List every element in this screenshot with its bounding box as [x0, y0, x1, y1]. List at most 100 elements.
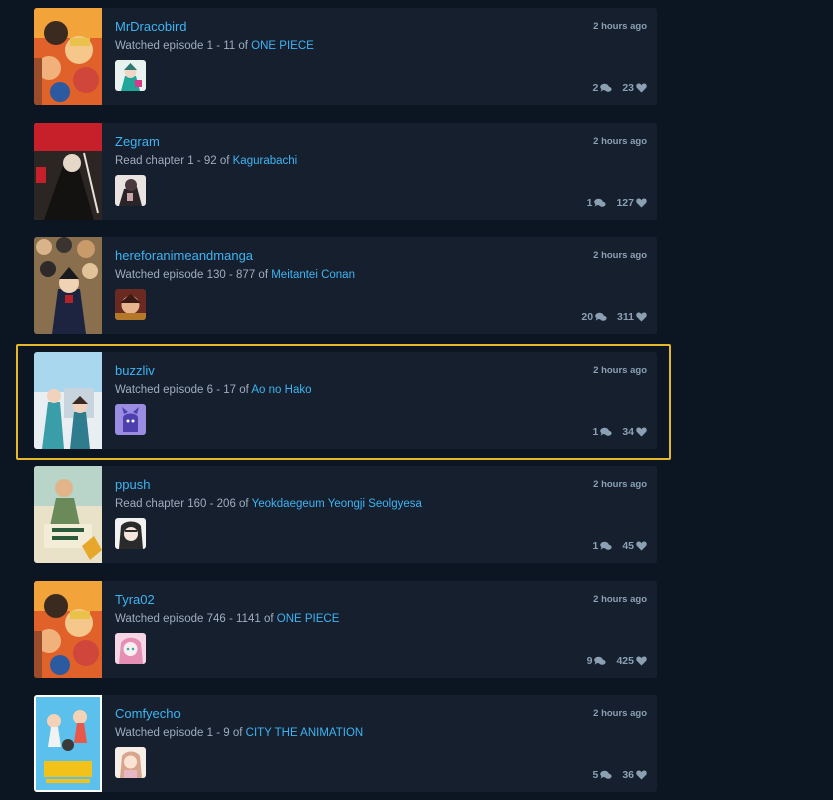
media-title-link[interactable]: ONE PIECE — [277, 613, 340, 625]
activity-feed: MrDracobird Watched episode 1 - 11 of ON… — [0, 0, 833, 800]
reply-button[interactable]: 1 — [587, 197, 607, 209]
status-text: Read chapter 160 - 206 of — [115, 498, 249, 510]
activity-status: Read chapter 1 - 92 of Kagurabachi — [115, 155, 297, 167]
comments-icon — [600, 427, 612, 436]
media-cover[interactable] — [34, 352, 102, 449]
media-cover[interactable] — [34, 8, 102, 105]
media-title-link[interactable]: ONE PIECE — [251, 40, 314, 52]
media-cover[interactable] — [34, 581, 102, 678]
activity-actions: 5 36 — [592, 769, 647, 781]
media-title-link[interactable]: Kagurabachi — [233, 155, 298, 167]
username-link[interactable]: Zegram — [115, 134, 160, 149]
heart-icon — [636, 770, 647, 780]
activity-card: buzzliv Watched episode 6 - 17 of Ao no … — [34, 352, 657, 449]
heart-icon — [636, 656, 647, 666]
reply-count: 1 — [586, 197, 593, 209]
status-text: Watched episode 6 - 17 of — [115, 384, 249, 396]
activity-card: ppush Read chapter 160 - 206 of Yeokdaeg… — [34, 466, 657, 563]
activity-status: Watched episode 6 - 17 of Ao no Hako — [115, 384, 312, 396]
like-count: 311 — [617, 311, 634, 323]
activity-status: Watched episode 130 - 877 of Meitantei C… — [115, 269, 355, 281]
timestamp: 2 hours ago — [593, 708, 647, 719]
avatar[interactable] — [115, 518, 146, 549]
heart-icon — [636, 541, 647, 551]
timestamp: 2 hours ago — [593, 250, 647, 261]
like-button[interactable]: 34 — [622, 426, 647, 438]
heart-icon — [636, 427, 647, 437]
activity-actions: 2 23 — [592, 82, 647, 94]
activity-status: Watched episode 1 - 11 of ONE PIECE — [115, 40, 314, 52]
comments-icon — [600, 541, 612, 550]
like-button[interactable]: 36 — [622, 769, 647, 781]
reply-button[interactable]: 1 — [592, 540, 612, 552]
username-link[interactable]: Comfyecho — [115, 706, 181, 721]
comments-icon — [594, 656, 607, 665]
activity-card: Zegram Read chapter 1 - 92 of Kagurabach… — [34, 123, 657, 220]
like-count: 45 — [622, 540, 634, 552]
avatar[interactable] — [115, 747, 146, 778]
avatar[interactable] — [115, 289, 146, 320]
comments-icon — [595, 312, 607, 321]
username-link[interactable]: buzzliv — [115, 363, 155, 378]
avatar[interactable] — [115, 404, 146, 435]
avatar[interactable] — [115, 633, 146, 664]
like-button[interactable]: 45 — [622, 540, 647, 552]
reply-count: 1 — [592, 540, 599, 552]
status-text: Watched episode 130 - 877 of — [115, 269, 269, 281]
username-link[interactable]: MrDracobird — [115, 19, 187, 34]
activity-actions: 1 45 — [592, 540, 647, 552]
activity-actions: 1 34 — [592, 426, 647, 438]
activity-status: Watched episode 1 - 9 of CITY THE ANIMAT… — [115, 727, 363, 739]
reply-button[interactable]: 1 — [592, 426, 612, 438]
media-title-link[interactable]: CITY THE ANIMATION — [246, 727, 364, 739]
timestamp: 2 hours ago — [593, 365, 647, 376]
reply-button[interactable]: 2 — [592, 82, 612, 94]
timestamp: 2 hours ago — [593, 21, 647, 32]
like-button[interactable]: 425 — [616, 655, 647, 667]
media-title-link[interactable]: Meitantei Conan — [271, 269, 355, 281]
reply-button[interactable]: 5 — [592, 769, 612, 781]
timestamp: 2 hours ago — [593, 479, 647, 490]
media-title-link[interactable]: Yeokdaegeum Yeongji Seolgyesa — [252, 498, 422, 510]
like-button[interactable]: 311 — [617, 311, 647, 323]
comments-icon — [600, 83, 612, 92]
activity-actions: 1 127 — [587, 197, 647, 209]
activity-actions: 9 425 — [587, 655, 647, 667]
avatar[interactable] — [115, 175, 146, 206]
media-cover[interactable] — [34, 466, 102, 563]
status-text: Read chapter 1 - 92 of — [115, 155, 230, 167]
activity-card: hereforanimeandmanga Watched episode 130… — [34, 237, 657, 334]
activity-status: Read chapter 160 - 206 of Yeokdaegeum Ye… — [115, 498, 422, 510]
timestamp: 2 hours ago — [593, 594, 647, 605]
avatar[interactable] — [115, 60, 146, 91]
reply-button[interactable]: 9 — [587, 655, 607, 667]
activity-card: Tyra02 Watched episode 746 - 1141 of ONE… — [34, 581, 657, 678]
reply-count: 9 — [586, 655, 593, 667]
media-title-link[interactable]: Ao no Hako — [251, 384, 311, 396]
username-link[interactable]: Tyra02 — [115, 592, 155, 607]
reply-count: 20 — [581, 311, 594, 323]
heart-icon — [636, 198, 647, 208]
comments-icon — [594, 198, 607, 207]
heart-icon — [636, 312, 647, 322]
media-cover[interactable] — [34, 237, 102, 334]
username-link[interactable]: hereforanimeandmanga — [115, 248, 253, 263]
timestamp: 2 hours ago — [593, 136, 647, 147]
like-count: 34 — [622, 426, 634, 438]
like-count: 36 — [622, 769, 634, 781]
reply-count: 5 — [592, 769, 599, 781]
reply-button[interactable]: 20 — [581, 311, 607, 323]
status-text: Watched episode 1 - 11 of — [115, 40, 248, 52]
activity-status: Watched episode 746 - 1141 of ONE PIECE — [115, 613, 339, 625]
reply-count: 2 — [592, 82, 599, 94]
like-button[interactable]: 127 — [616, 197, 647, 209]
activity-actions: 20 311 — [581, 311, 647, 323]
like-button[interactable]: 23 — [622, 82, 647, 94]
heart-icon — [636, 83, 647, 93]
status-text: Watched episode 1 - 9 of — [115, 727, 243, 739]
media-cover[interactable] — [34, 695, 102, 792]
media-cover[interactable] — [34, 123, 102, 220]
like-count: 23 — [622, 82, 634, 94]
username-link[interactable]: ppush — [115, 477, 150, 492]
comments-icon — [600, 770, 612, 779]
